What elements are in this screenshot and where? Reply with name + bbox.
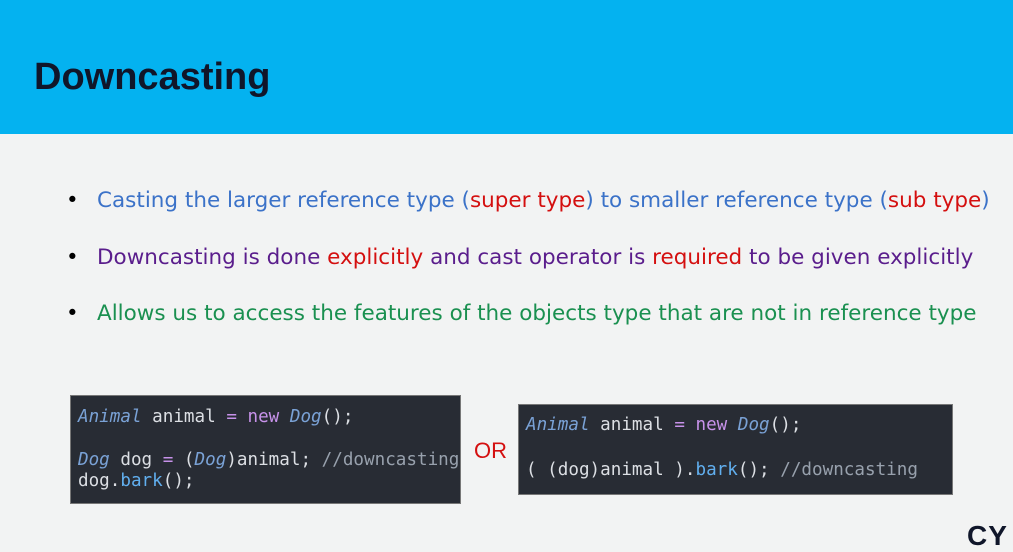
code-token-keyword: new (684, 415, 738, 435)
bullet-dot: • (66, 245, 79, 270)
code-token: (); (769, 415, 802, 435)
bullet-2-highlight-explicitly: explicitly (327, 245, 424, 270)
code-line: Animal animal = new Dog(); (78, 407, 353, 427)
bullet-text-3: Allows us to access the features of the … (97, 301, 977, 326)
bullet-1-part: ) to smaller reference type ( (585, 188, 888, 213)
bullet-1-highlight-super-type: super type (469, 188, 586, 213)
code-token: ( (173, 450, 195, 470)
code-token: dog. (78, 471, 121, 491)
bullet-dot: • (66, 301, 79, 326)
code-token-type: Dog (194, 450, 227, 470)
code-token-operator: = (674, 415, 685, 435)
code-token: animal (141, 407, 227, 427)
code-line: Animal animal = new Dog(); (526, 415, 801, 435)
code-token: (); (737, 460, 781, 480)
bullet-2-part: to be given explicitly (742, 245, 974, 270)
code-token-operator: = (226, 407, 237, 427)
bullet-dot: • (66, 188, 79, 213)
code-block-left: Animal animal = new Dog(); Dog dog = (Do… (70, 395, 461, 504)
code-token-type: Animal (78, 407, 142, 427)
code-token: animal (589, 415, 675, 435)
bullet-text-2: Downcasting is done explicitly and cast … (97, 245, 973, 270)
code-token-function: bark (695, 460, 738, 480)
code-token-keyword: new (236, 407, 290, 427)
code-token: (); (162, 471, 195, 491)
bullet-1-part: Casting the larger reference type ( (97, 188, 470, 213)
code-line: dog.bark(); (78, 471, 195, 491)
code-token-comment: //downcasting (780, 460, 918, 480)
code-token: )animal; (226, 450, 322, 470)
bullet-text-1: Casting the larger reference type (super… (97, 188, 990, 213)
code-token-operator: = (162, 450, 174, 470)
code-line: Dog dog = (Dog)animal; //downcasting (78, 450, 459, 470)
code-token-type: Dog (289, 407, 322, 427)
code-line: ( (dog)animal ).bark(); //downcasting (526, 460, 918, 480)
code-token-type: Animal (526, 415, 590, 435)
or-label: OR (474, 438, 507, 463)
code-block-right: Animal animal = new Dog(); ( (dog)animal… (518, 404, 953, 495)
slide-title: Downcasting (34, 56, 271, 98)
bullet-1-highlight-sub-type: sub type (887, 188, 982, 213)
brand-logo: CY (967, 520, 1008, 551)
code-token-function: bark (120, 471, 163, 491)
code-token-comment: //downcasting (321, 450, 460, 470)
code-token-type: Dog (737, 415, 770, 435)
code-token: (); (321, 407, 354, 427)
bullet-2-part: Downcasting is done (97, 245, 328, 270)
code-token: dog (109, 450, 163, 470)
bullet-2-part: and cast operator is (423, 245, 653, 270)
bullet-2-highlight-required: required (652, 245, 743, 270)
code-token-type: Dog (78, 450, 110, 470)
code-token: ( (dog)animal ). (526, 460, 696, 480)
bullet-1-part: ) (981, 188, 990, 213)
